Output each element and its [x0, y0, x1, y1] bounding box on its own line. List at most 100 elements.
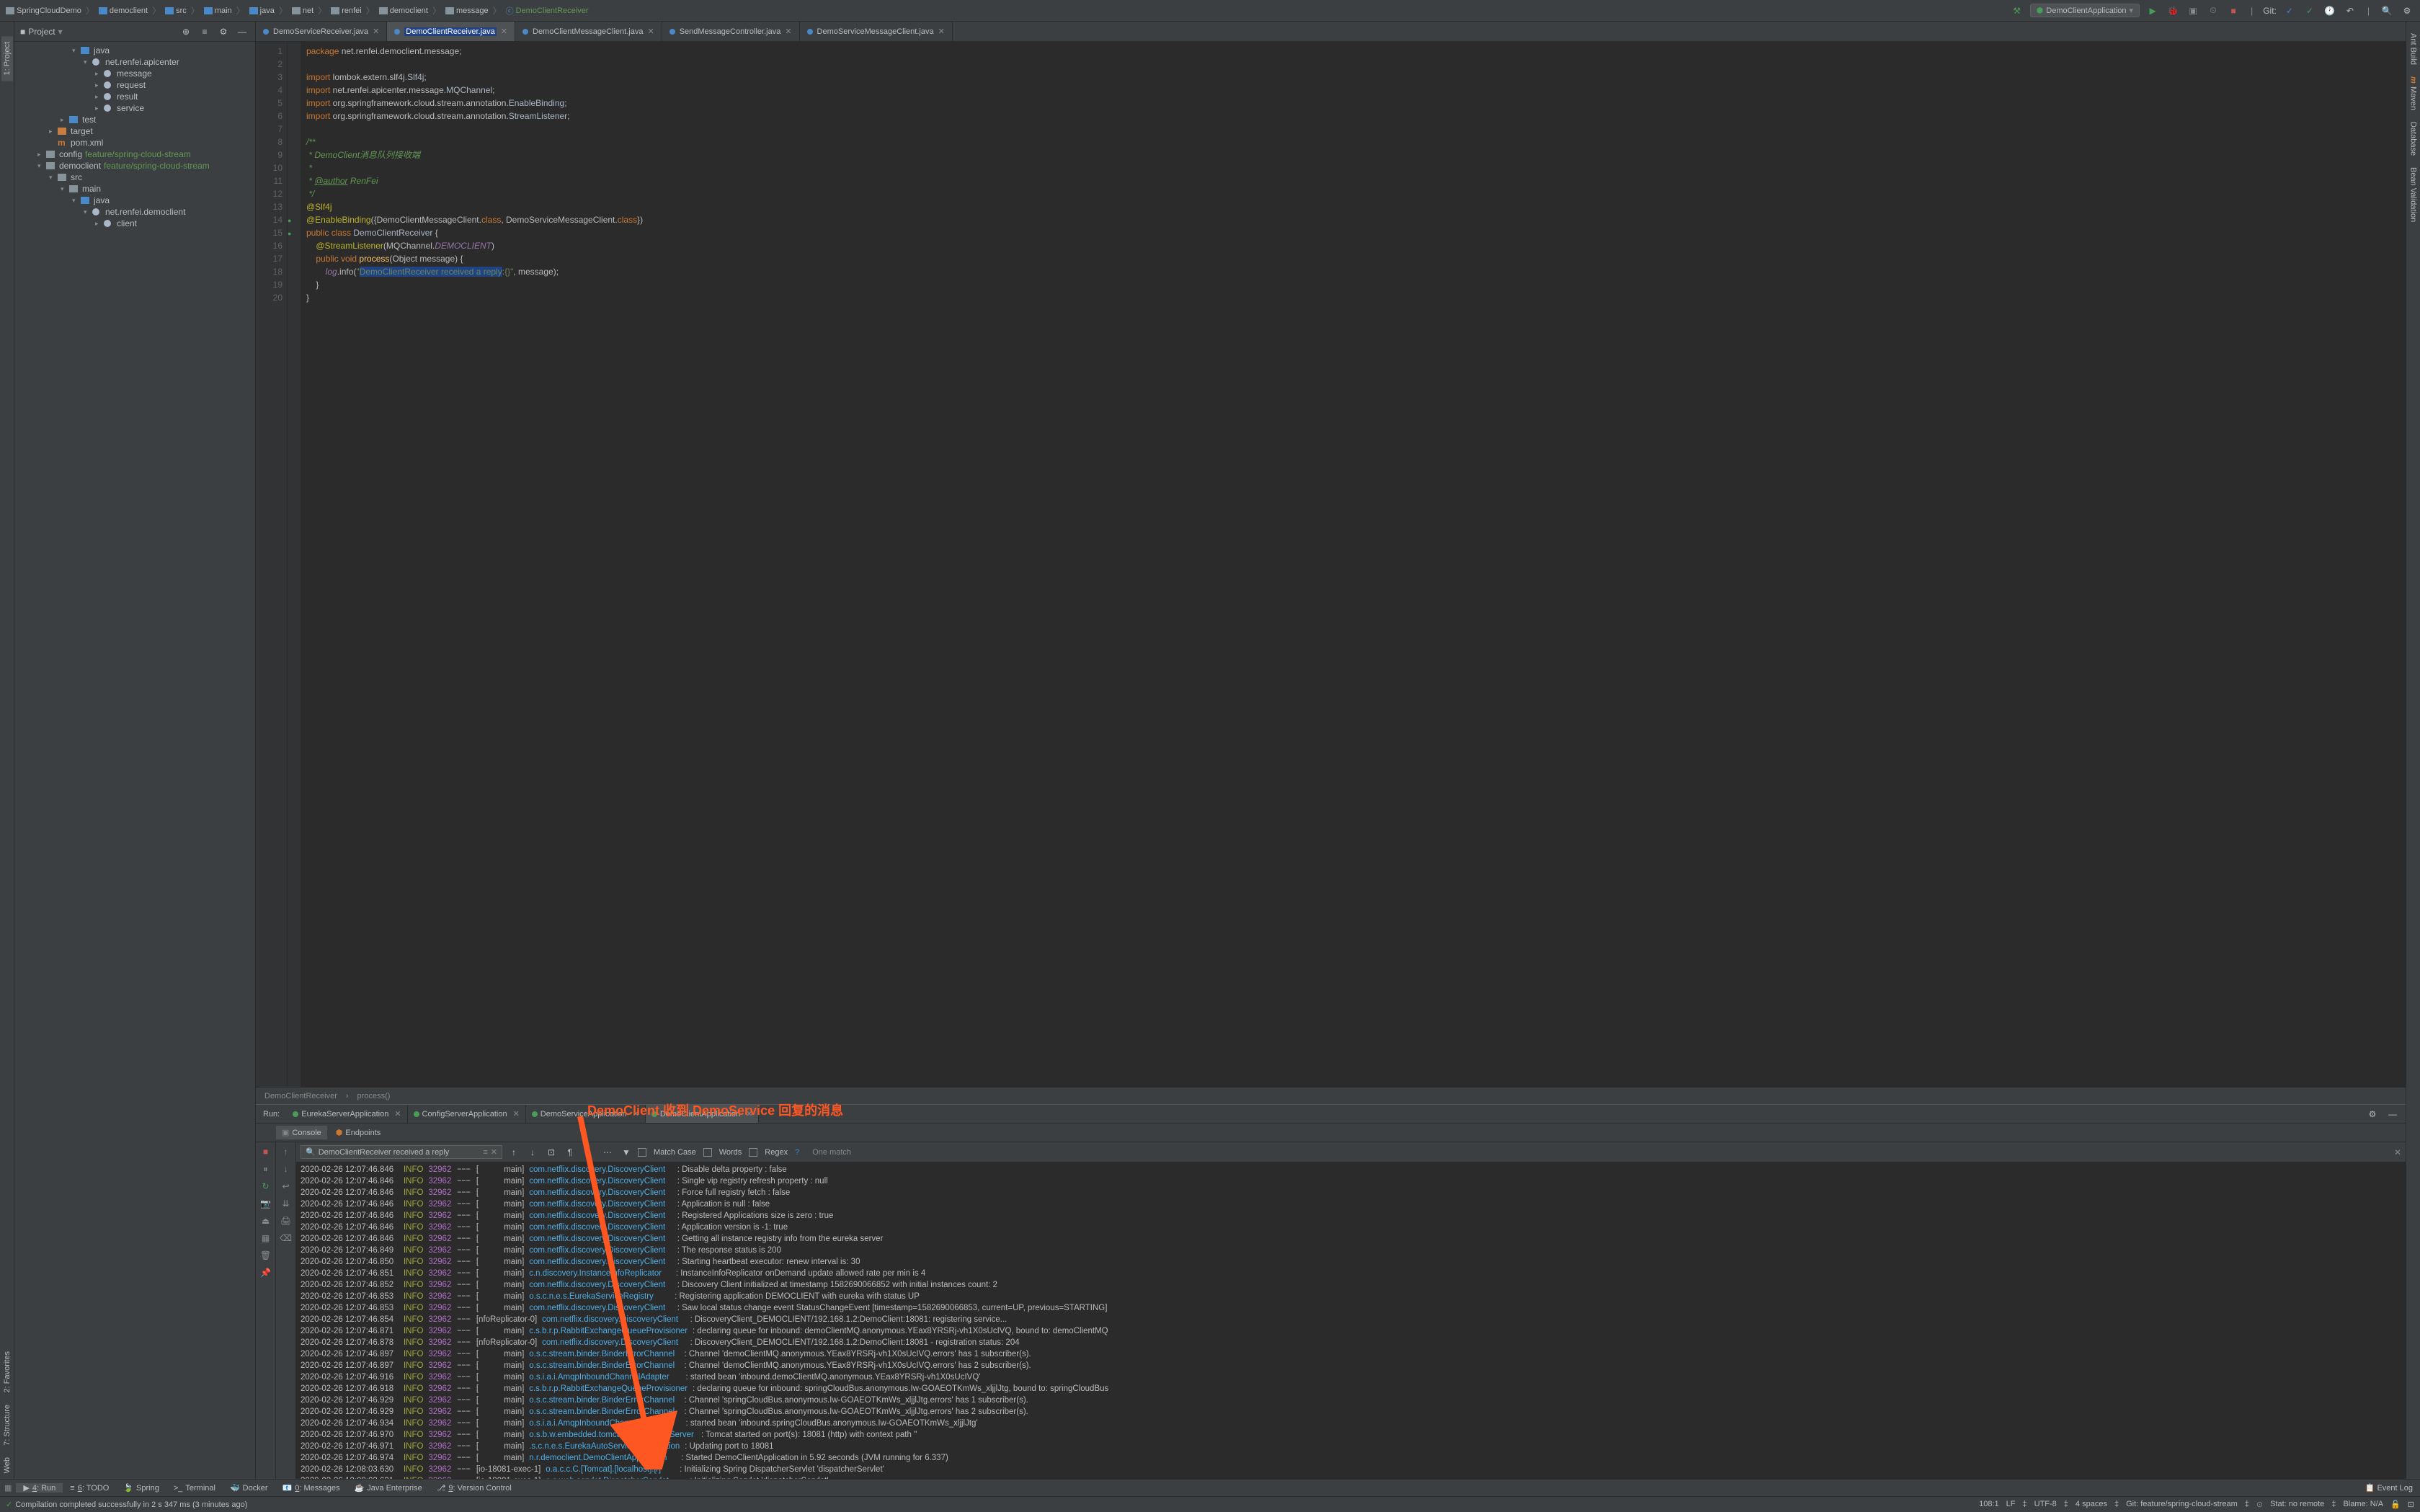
tree-node[interactable]: ▾main	[14, 183, 255, 195]
run-config-select[interactable]: ⬢ DemoClientApplication ▾	[2030, 4, 2140, 17]
layout-icon[interactable]: ▦	[259, 1232, 272, 1245]
breadcrumb-item[interactable]: renfei	[331, 6, 362, 15]
expand-icon[interactable]: ≡	[197, 25, 212, 39]
breadcrumb-item[interactable]: democlient	[99, 6, 148, 15]
code-editor[interactable]: package net.renfei.democlient.message; i…	[301, 42, 2406, 1087]
run-tab[interactable]: EurekaServerApplication✕	[287, 1105, 407, 1123]
run-tab[interactable]: DemoServiceApplication✕	[526, 1105, 646, 1123]
tree-node[interactable]: ▸test	[14, 114, 255, 125]
tree-node[interactable]: ▸result	[14, 91, 255, 102]
breadcrumb-item[interactable]: java	[249, 6, 275, 15]
vtab-database[interactable]: Database	[2408, 116, 2419, 161]
breadcrumb-item[interactable]: net	[292, 6, 313, 15]
vtab-project[interactable]: 1: Project	[1, 36, 13, 81]
regex-check[interactable]	[749, 1148, 757, 1157]
bottom-tab[interactable]: 🐳Docker	[223, 1483, 275, 1493]
status-pos[interactable]: 108:1	[1979, 1500, 1999, 1509]
status-lf[interactable]: LF	[2006, 1500, 2016, 1509]
match-case-check[interactable]	[638, 1148, 646, 1157]
select-opened-icon[interactable]: ⊕	[179, 25, 193, 39]
project-tree[interactable]: ▾java▾net.renfei.apicenter▸message▸reque…	[14, 42, 255, 1479]
stop-icon[interactable]: ■	[2226, 4, 2241, 18]
event-log-tab[interactable]: 📋 Event Log	[2365, 1483, 2413, 1493]
vtab-bean[interactable]: Bean Validation	[2408, 161, 2419, 228]
endpoints-tab[interactable]: ⬢Endpoints	[330, 1126, 387, 1139]
git-update-icon[interactable]: ✓	[2282, 4, 2297, 18]
stop-run-icon[interactable]: ■	[259, 1145, 272, 1158]
breadcrumb-item[interactable]: ⓒDemoClientReceiver	[506, 5, 589, 17]
debug-icon[interactable]: 🐞	[2166, 4, 2180, 18]
console-output[interactable]: 2020-02-26 12:07:46.846 INFO 32962 --- […	[296, 1162, 2406, 1479]
breadcrumb-item[interactable]: main	[204, 6, 232, 15]
tree-node[interactable]: mpom.xml	[14, 137, 255, 148]
status-blame[interactable]: Blame: N/A	[2343, 1500, 2383, 1509]
bottom-tab[interactable]: ▶4: Run	[16, 1483, 63, 1493]
rerun-icon[interactable]: ↻	[259, 1180, 272, 1193]
search-filter-icon[interactable]: ▼	[619, 1145, 633, 1160]
tree-node[interactable]: ▾net.renfei.democlient	[14, 206, 255, 218]
close-tab-icon[interactable]: ✕	[647, 27, 654, 36]
tree-node[interactable]: ▾democlient feature/spring-cloud-stream	[14, 160, 255, 172]
search-history-icon[interactable]: ≡	[483, 1148, 487, 1157]
bottom-tab[interactable]: ≡6: TODO	[63, 1483, 116, 1493]
close-run-tab-icon[interactable]: ✕	[394, 1109, 401, 1119]
exit-icon[interactable]: ⏏	[259, 1214, 272, 1227]
memory-icon[interactable]: ⊡	[2408, 1500, 2414, 1509]
lock-icon[interactable]: 🔓	[2390, 1500, 2401, 1509]
vtab-maven[interactable]: mMaven	[2408, 71, 2419, 116]
bottom-tab[interactable]: ☕Java Enterprise	[347, 1483, 430, 1493]
build-icon[interactable]: ⚒	[2010, 4, 2024, 18]
vtab-favorites[interactable]: 2: Favorites	[1, 1346, 13, 1398]
crumb-class[interactable]: DemoClientReceiver	[264, 1092, 337, 1100]
status-enc[interactable]: UTF-8	[2034, 1500, 2057, 1509]
editor-tab[interactable]: DemoClientMessageClient.java✕	[515, 22, 662, 41]
trash-icon[interactable]: 🗑	[259, 1249, 272, 1262]
tree-node[interactable]: ▾java	[14, 195, 255, 206]
editor-tab[interactable]: DemoServiceReceiver.java✕	[256, 22, 387, 41]
breadcrumb-item[interactable]: message	[445, 6, 489, 15]
search-icon[interactable]: 🔍	[2380, 4, 2394, 18]
close-run-tab-icon[interactable]: ✕	[746, 1109, 752, 1119]
words-check[interactable]	[703, 1148, 712, 1157]
search-prev-icon[interactable]: ↑	[507, 1145, 521, 1160]
close-tab-icon[interactable]: ✕	[938, 27, 945, 36]
down-icon[interactable]: ↓	[280, 1162, 293, 1175]
search-opt3-icon[interactable]: ⋮	[582, 1145, 596, 1160]
search-opt2-icon[interactable]: ¶	[563, 1145, 577, 1160]
breadcrumb-item[interactable]: democlient	[379, 6, 428, 15]
collapse-icon[interactable]: ⚙	[216, 25, 231, 39]
print-icon[interactable]: 🖨	[280, 1214, 293, 1227]
coverage-icon[interactable]: ▣	[2186, 4, 2200, 18]
bottom-tab[interactable]: 📧0: Messages	[275, 1483, 347, 1493]
editor-tab[interactable]: DemoServiceMessageClient.java✕	[800, 22, 953, 41]
tree-node[interactable]: ▾java	[14, 45, 255, 56]
tree-node[interactable]: ▸service	[14, 102, 255, 114]
tree-node[interactable]: ▸request	[14, 79, 255, 91]
vtab-web[interactable]: Web	[1, 1451, 13, 1479]
pause-icon[interactable]: ⏸	[259, 1162, 272, 1175]
run-icon[interactable]: ▶	[2145, 4, 2160, 18]
bottom-tab[interactable]: 🍃Spring	[116, 1483, 166, 1493]
breadcrumb-item[interactable]: src	[165, 6, 187, 15]
search-next-icon[interactable]: ↓	[525, 1145, 540, 1160]
bottom-tab[interactable]: ⎇9: Version Control	[430, 1483, 519, 1493]
hide-icon[interactable]: —	[235, 25, 249, 39]
settings-icon[interactable]: ⚙	[2400, 4, 2414, 18]
close-tab-icon[interactable]: ✕	[501, 27, 507, 36]
status-git[interactable]: Git: feature/spring-cloud-stream	[2126, 1500, 2238, 1509]
tree-node[interactable]: ▾src	[14, 172, 255, 183]
editor-tab[interactable]: SendMessageController.java✕	[662, 22, 800, 41]
search-opt1-icon[interactable]: ⊡	[544, 1145, 559, 1160]
vtab-ant[interactable]: Ant Build	[2408, 27, 2419, 71]
tree-node[interactable]: ▸config feature/spring-cloud-stream	[14, 148, 255, 160]
status-spaces[interactable]: 4 spaces	[2076, 1500, 2107, 1509]
up-icon[interactable]: ↑	[280, 1145, 293, 1158]
tree-node[interactable]: ▸client	[14, 218, 255, 229]
editor-tab[interactable]: DemoClientReceiver.java✕	[387, 22, 515, 41]
close-tab-icon[interactable]: ✕	[373, 27, 379, 36]
vtab-structure[interactable]: 7: Structure	[1, 1399, 13, 1451]
pin-icon[interactable]: 📌	[259, 1266, 272, 1279]
wrap-icon[interactable]: ↩	[280, 1180, 293, 1193]
git-revert-icon[interactable]: ↶	[2343, 4, 2357, 18]
breadcrumb-item[interactable]: SpringCloudDemo	[6, 6, 81, 15]
